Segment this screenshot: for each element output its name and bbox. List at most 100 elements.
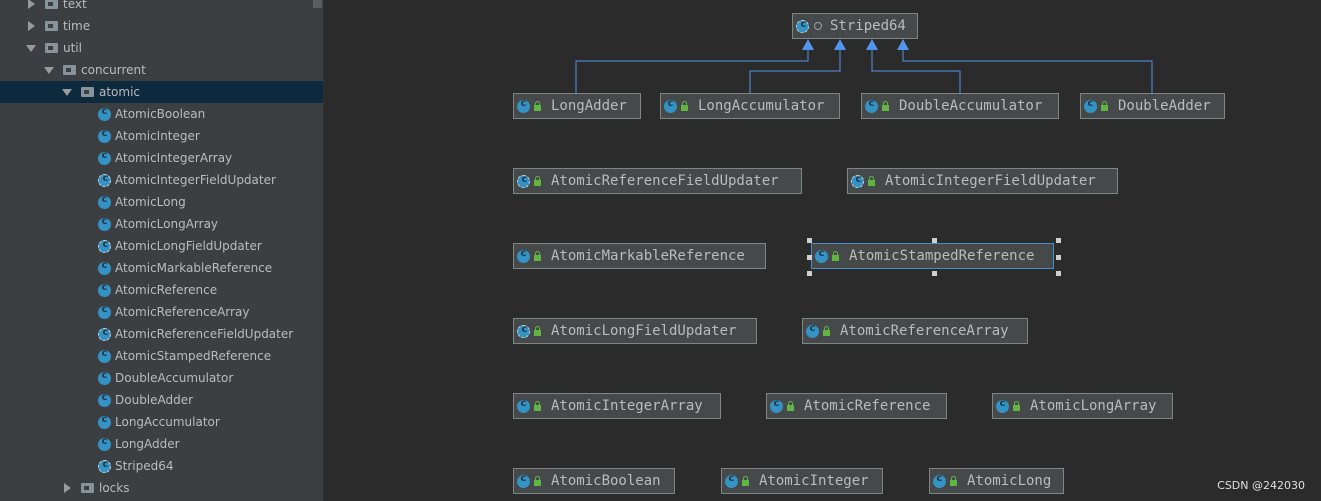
- chevron-right-icon[interactable]: [62, 483, 72, 493]
- uml-node-atomicreferencearray[interactable]: AtomicReferenceArray: [802, 318, 1028, 344]
- uml-node-atomicboolean[interactable]: AtomicBoolean: [513, 468, 675, 494]
- tree-package-util[interactable]: util: [0, 37, 323, 59]
- tree-class-atomicreferencefieldupdater[interactable]: AtomicReferenceFieldUpdater: [0, 323, 323, 345]
- class-icon: [815, 248, 828, 263]
- uml-node-label: AtomicBoolean: [551, 473, 661, 489]
- tree-class-atomicreferencearray[interactable]: AtomicReferenceArray: [0, 301, 323, 323]
- tree-item-label: AtomicLongArray: [115, 217, 219, 231]
- tree-class-atomiclongarray[interactable]: AtomicLongArray: [0, 213, 323, 235]
- tree-class-atomicstampedreference[interactable]: AtomicStampedReference: [0, 345, 323, 367]
- tree-package-time[interactable]: time: [0, 15, 323, 37]
- tree-class-doubleaccumulator[interactable]: DoubleAccumulator: [0, 367, 323, 389]
- tree-item-label: LongAdder: [115, 437, 180, 451]
- tree-class-doubleadder[interactable]: DoubleAdder: [0, 389, 323, 411]
- class-icon: [996, 398, 1009, 413]
- package-icon: [80, 85, 96, 99]
- tree-package-text[interactable]: text: [0, 0, 323, 15]
- tree-class-atomiclong[interactable]: AtomicLong: [0, 191, 323, 213]
- uml-node-atomicintegerfieldupdater[interactable]: AtomicIntegerFieldUpdater: [847, 168, 1118, 194]
- uml-node-atomiclongfieldupdater[interactable]: AtomicLongFieldUpdater: [513, 318, 757, 344]
- tree-class-atomicboolean[interactable]: AtomicBoolean: [0, 103, 323, 125]
- class-icon: [517, 473, 530, 488]
- uml-node-longaccumulator[interactable]: LongAccumulator: [660, 93, 840, 119]
- public-access-icon: [533, 251, 543, 261]
- selection-handle[interactable]: [932, 238, 937, 243]
- package-icon: [80, 481, 96, 495]
- selection-handle[interactable]: [807, 255, 812, 260]
- public-access-icon: [949, 476, 959, 486]
- uml-node-label: AtomicLongArray: [1030, 398, 1157, 414]
- tree-item-label: text: [63, 0, 87, 11]
- class-icon: [98, 216, 111, 231]
- uml-node-atomiclong[interactable]: AtomicLong: [929, 468, 1064, 494]
- tree-class-atomicmarkablereference[interactable]: AtomicMarkableReference: [0, 257, 323, 279]
- tree-item-label: AtomicReferenceFieldUpdater: [115, 327, 294, 341]
- public-access-icon: [741, 476, 751, 486]
- tree-package-locks[interactable]: locks: [0, 477, 323, 499]
- selection-handle[interactable]: [1056, 255, 1061, 260]
- uml-node-longadder[interactable]: LongAdder: [513, 93, 641, 119]
- public-access-icon: [831, 251, 841, 261]
- public-access-icon: [1012, 401, 1022, 411]
- uml-node-label: AtomicReference: [804, 398, 931, 414]
- tree-class-atomicinteger[interactable]: AtomicInteger: [0, 125, 323, 147]
- selection-handle[interactable]: [807, 271, 812, 276]
- tree-item-label: time: [63, 19, 91, 33]
- uml-node-striped64[interactable]: Striped64: [792, 13, 918, 39]
- inheritance-arrowhead: [866, 39, 878, 50]
- uml-node-atomicinteger[interactable]: AtomicInteger: [721, 468, 883, 494]
- tree-class-atomicintegerarray[interactable]: AtomicIntegerArray: [0, 147, 323, 169]
- tree-package-atomic[interactable]: atomic: [0, 81, 323, 103]
- tree-class-longadder[interactable]: LongAdder: [0, 433, 323, 455]
- uml-node-atomicstampedreference[interactable]: AtomicStampedReference: [811, 243, 1054, 269]
- chevron-down-icon[interactable]: [44, 65, 54, 75]
- tree-item-label: atomic: [99, 85, 141, 99]
- uml-node-label: AtomicMarkableReference: [551, 248, 745, 264]
- tree-package-concurrent[interactable]: concurrent: [0, 59, 323, 81]
- chevron-down-icon[interactable]: [62, 87, 72, 97]
- package-icon: [44, 41, 60, 55]
- inheritance-edge-doubleaccumulator: [871, 50, 961, 93]
- tree-item-label: LongAccumulator: [115, 415, 220, 429]
- selection-handle[interactable]: [807, 238, 812, 243]
- tree-class-atomiclongfieldupdater[interactable]: AtomicLongFieldUpdater: [0, 235, 323, 257]
- tree-class-striped64[interactable]: Striped64: [0, 455, 323, 477]
- public-access-icon: [822, 326, 832, 336]
- uml-node-label: AtomicLong: [967, 473, 1052, 489]
- uml-node-label: AtomicInteger: [759, 473, 869, 489]
- tree-class-atomicreference[interactable]: AtomicReference: [0, 279, 323, 301]
- abstract-class-icon: [851, 174, 865, 188]
- class-icon: [98, 370, 111, 385]
- chevron-right-icon[interactable]: [26, 0, 36, 9]
- project-tree[interactable]: text time util concurrent atomic AtomicBoolea…: [0, 0, 324, 501]
- uml-diagram-canvas[interactable]: Striped64 LongAdder LongAccumulator DoubleA…: [324, 0, 1321, 501]
- uml-node-atomicintegerarray[interactable]: AtomicIntegerArray: [513, 393, 721, 419]
- public-access-icon: [533, 326, 543, 336]
- inheritance-arrowhead: [897, 39, 909, 50]
- uml-node-doubleadder[interactable]: DoubleAdder: [1080, 93, 1225, 119]
- tree-class-atomicintegerfieldupdater[interactable]: AtomicIntegerFieldUpdater: [0, 169, 323, 191]
- uml-node-atomicreferencefieldupdater[interactable]: AtomicReferenceFieldUpdater: [513, 168, 802, 194]
- tree-item-label: AtomicMarkableReference: [115, 261, 273, 275]
- chevron-down-icon[interactable]: [26, 43, 36, 53]
- class-icon: [933, 473, 946, 488]
- class-icon: [98, 282, 111, 297]
- tree-item-label: Striped64: [115, 459, 174, 473]
- class-icon: [98, 150, 111, 165]
- tree-item-label: util: [63, 41, 82, 55]
- class-icon: [806, 323, 819, 338]
- uml-node-label: DoubleAdder: [1118, 98, 1211, 114]
- tree-item-label: locks: [99, 481, 130, 495]
- class-icon: [664, 98, 677, 113]
- selection-handle[interactable]: [932, 271, 937, 276]
- uml-node-atomiclongarray[interactable]: AtomicLongArray: [992, 393, 1173, 419]
- uml-node-atomicreference[interactable]: AtomicReference: [766, 393, 947, 419]
- tree-class-longaccumulator[interactable]: LongAccumulator: [0, 411, 323, 433]
- selection-handle[interactable]: [1056, 271, 1061, 276]
- chevron-right-icon[interactable]: [26, 21, 36, 31]
- tree-item-label: AtomicReference: [115, 283, 218, 297]
- uml-node-doubleaccumulator[interactable]: DoubleAccumulator: [861, 93, 1059, 119]
- public-access-icon: [533, 476, 543, 486]
- uml-node-atomicmarkablereference[interactable]: AtomicMarkableReference: [513, 243, 766, 269]
- selection-handle[interactable]: [1056, 238, 1061, 243]
